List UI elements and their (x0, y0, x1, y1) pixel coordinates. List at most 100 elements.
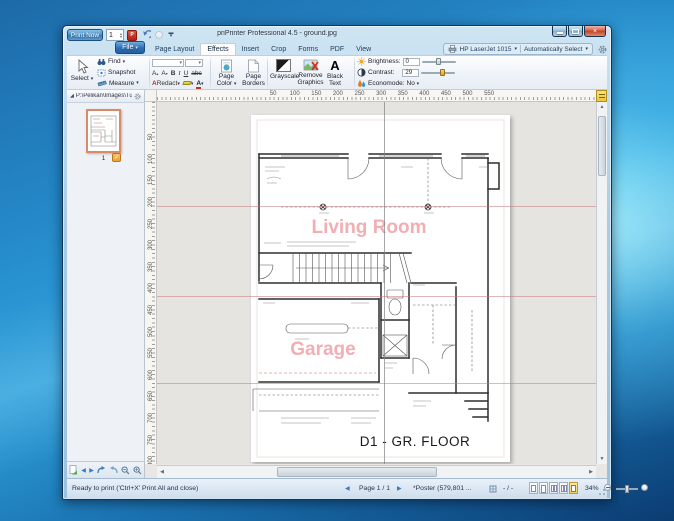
remove-graphics-button[interactable]: Remove Graphics (297, 57, 324, 88)
underline-button[interactable]: U (184, 70, 189, 77)
ribbon-group-graphics: Grayscale Remove Graphics A Black Text (268, 56, 354, 89)
strikethrough-button[interactable]: abc (191, 70, 201, 77)
scroll-down-icon[interactable]: ▼ (597, 454, 607, 464)
font-family-select[interactable]: ▾ (152, 59, 184, 67)
maximize-button[interactable] (568, 26, 583, 37)
grow-font-button[interactable]: A ▴ (152, 70, 158, 77)
status-prev-page-icon[interactable]: ◀ (345, 485, 350, 492)
redo-icon[interactable] (153, 29, 165, 41)
copies-spinner-icon[interactable]: ▴ ▾ (120, 32, 123, 39)
page-color-label: Page Color (216, 73, 235, 88)
brightness-label: Brightness: (368, 58, 401, 66)
contrast-icon (357, 68, 366, 77)
horizontal-scrollbar[interactable]: ◀ ▶ (157, 465, 596, 478)
panel-collapse-icon[interactable]: ◢ (70, 93, 74, 99)
brightness-slider[interactable] (421, 57, 456, 65)
tab-forms[interactable]: Forms (292, 43, 324, 55)
next-page-icon[interactable]: ▶ (89, 466, 94, 475)
scroll-up-icon[interactable]: ▲ (597, 102, 607, 112)
ruler-options-button[interactable] (596, 90, 607, 102)
scroll-right-icon[interactable]: ▶ (586, 466, 596, 478)
horizontal-scroll-thumb[interactable] (277, 467, 437, 477)
pdf-export-icon[interactable]: P (126, 29, 138, 41)
grayscale-button[interactable]: Grayscale (270, 57, 299, 88)
status-pages-nav: - / - (503, 485, 514, 492)
h-ruler-label: 300 (376, 91, 387, 97)
h-ruler-label: 550 (484, 91, 495, 97)
bold-button[interactable]: B (171, 70, 176, 77)
h-ruler-label: 150 (311, 91, 322, 97)
file-menu-button[interactable]: File ▾ (115, 41, 145, 54)
panel-gear-icon[interactable] (134, 92, 141, 100)
page-color-button[interactable]: Page Color ▾ (213, 57, 240, 88)
copies-input[interactable]: 1 ▴ ▾ (106, 29, 124, 41)
font-size-select[interactable]: ▾ (185, 59, 203, 67)
plan-caption: D1 - GR. FLOOR (360, 434, 471, 449)
highlighter-icon (182, 80, 192, 85)
vertical-scroll-thumb[interactable] (598, 116, 606, 176)
tab-insert[interactable]: Insert (236, 43, 266, 55)
view-mode-continuous-button[interactable] (539, 482, 548, 494)
close-button[interactable]: × (584, 26, 606, 37)
rotate-right-icon[interactable] (109, 466, 118, 475)
view-mode-book-button[interactable] (559, 482, 568, 494)
scroll-left-icon[interactable]: ◀ (157, 466, 167, 478)
font-color-button[interactable]: A▾ (196, 79, 204, 89)
page-borders-label: Page Borders (242, 73, 265, 88)
printer-select[interactable]: HP LaserJet 1015 (460, 46, 512, 53)
economode-label: Economode: (368, 79, 405, 87)
select-label: Select (70, 75, 89, 82)
minimize-button[interactable] (552, 26, 567, 37)
page-borders-button[interactable]: Page Borders (240, 57, 267, 88)
snapshot-icon (97, 69, 106, 76)
page-thumbnail[interactable] (86, 109, 121, 153)
fit-page-button[interactable] (641, 484, 648, 493)
economode-select[interactable]: No ▾ (407, 80, 420, 87)
cursor-arrow-icon (78, 59, 89, 74)
poster-grid-icon[interactable] (489, 485, 497, 495)
italic-button[interactable]: I (178, 70, 180, 77)
snapshot-button[interactable]: Snapshot (95, 68, 141, 78)
page-scroll-area[interactable]: Living Room Garage D1 - GR. FLOOR (157, 102, 598, 464)
vertical-scrollbar[interactable]: ▲ ▼ (596, 102, 607, 464)
zoom-out-icon[interactable] (121, 466, 130, 475)
tab-pdf[interactable]: PDF (324, 43, 350, 55)
zoom-in-icon[interactable] (133, 466, 142, 475)
select-tool-button[interactable]: Select ▾ (69, 57, 95, 88)
v-ruler-label: 100 (148, 153, 154, 164)
brightness-input[interactable]: 0 (402, 57, 420, 66)
view-mode-facing-button[interactable] (549, 482, 558, 494)
window-bottom-border (63, 496, 611, 499)
ribbon-group-page: Page Color ▾ Page Borders (211, 56, 267, 89)
titlebar[interactable]: Print Now 1 ▴ ▾ P ▬ ▾ priPrinter Profession… (63, 26, 611, 43)
print-now-button[interactable]: Print Now (67, 29, 103, 41)
rotate-left-icon[interactable] (97, 466, 106, 475)
tab-page-layout[interactable]: Page Layout (149, 43, 200, 55)
tab-effects[interactable]: Effects (200, 43, 236, 55)
v-ruler-label: 50 (148, 133, 154, 141)
printer-settings-gear-icon[interactable] (597, 44, 607, 54)
contrast-slider[interactable] (421, 68, 456, 76)
zoom-slider[interactable] (616, 485, 638, 493)
h-ruler-label: 400 (419, 91, 430, 97)
redact-button[interactable]: ARedact▾ (152, 80, 180, 87)
shrink-font-button[interactable]: A ▾ (161, 70, 167, 77)
status-next-page-icon[interactable]: ▶ (397, 485, 402, 492)
v-ruler-label: 800 (148, 456, 154, 464)
find-button[interactable]: Find ▾ (95, 57, 141, 67)
paper-source-select[interactable]: Automatically Select (524, 46, 583, 53)
undo-icon[interactable] (140, 29, 152, 41)
view-mode-poster-button[interactable] (569, 482, 578, 494)
tab-view[interactable]: View (350, 43, 377, 55)
plan-label-garage: Garage (290, 339, 355, 360)
black-text-button[interactable]: A Black Text (324, 57, 346, 88)
print-preview-page[interactable]: Living Room Garage D1 - GR. FLOOR (251, 115, 510, 462)
add-page-icon[interactable] (69, 465, 78, 475)
tab-crop[interactable]: Crop (265, 43, 292, 55)
view-mode-single-button[interactable] (529, 482, 538, 494)
prev-page-icon[interactable]: ◀ (81, 466, 86, 475)
status-poster-text[interactable]: *Poster (579,801 ... (413, 485, 472, 492)
measure-button[interactable]: Measure ▾ (95, 78, 141, 88)
contrast-input[interactable]: 29 (402, 68, 420, 77)
highlight-button[interactable]: ▾ (182, 80, 193, 87)
